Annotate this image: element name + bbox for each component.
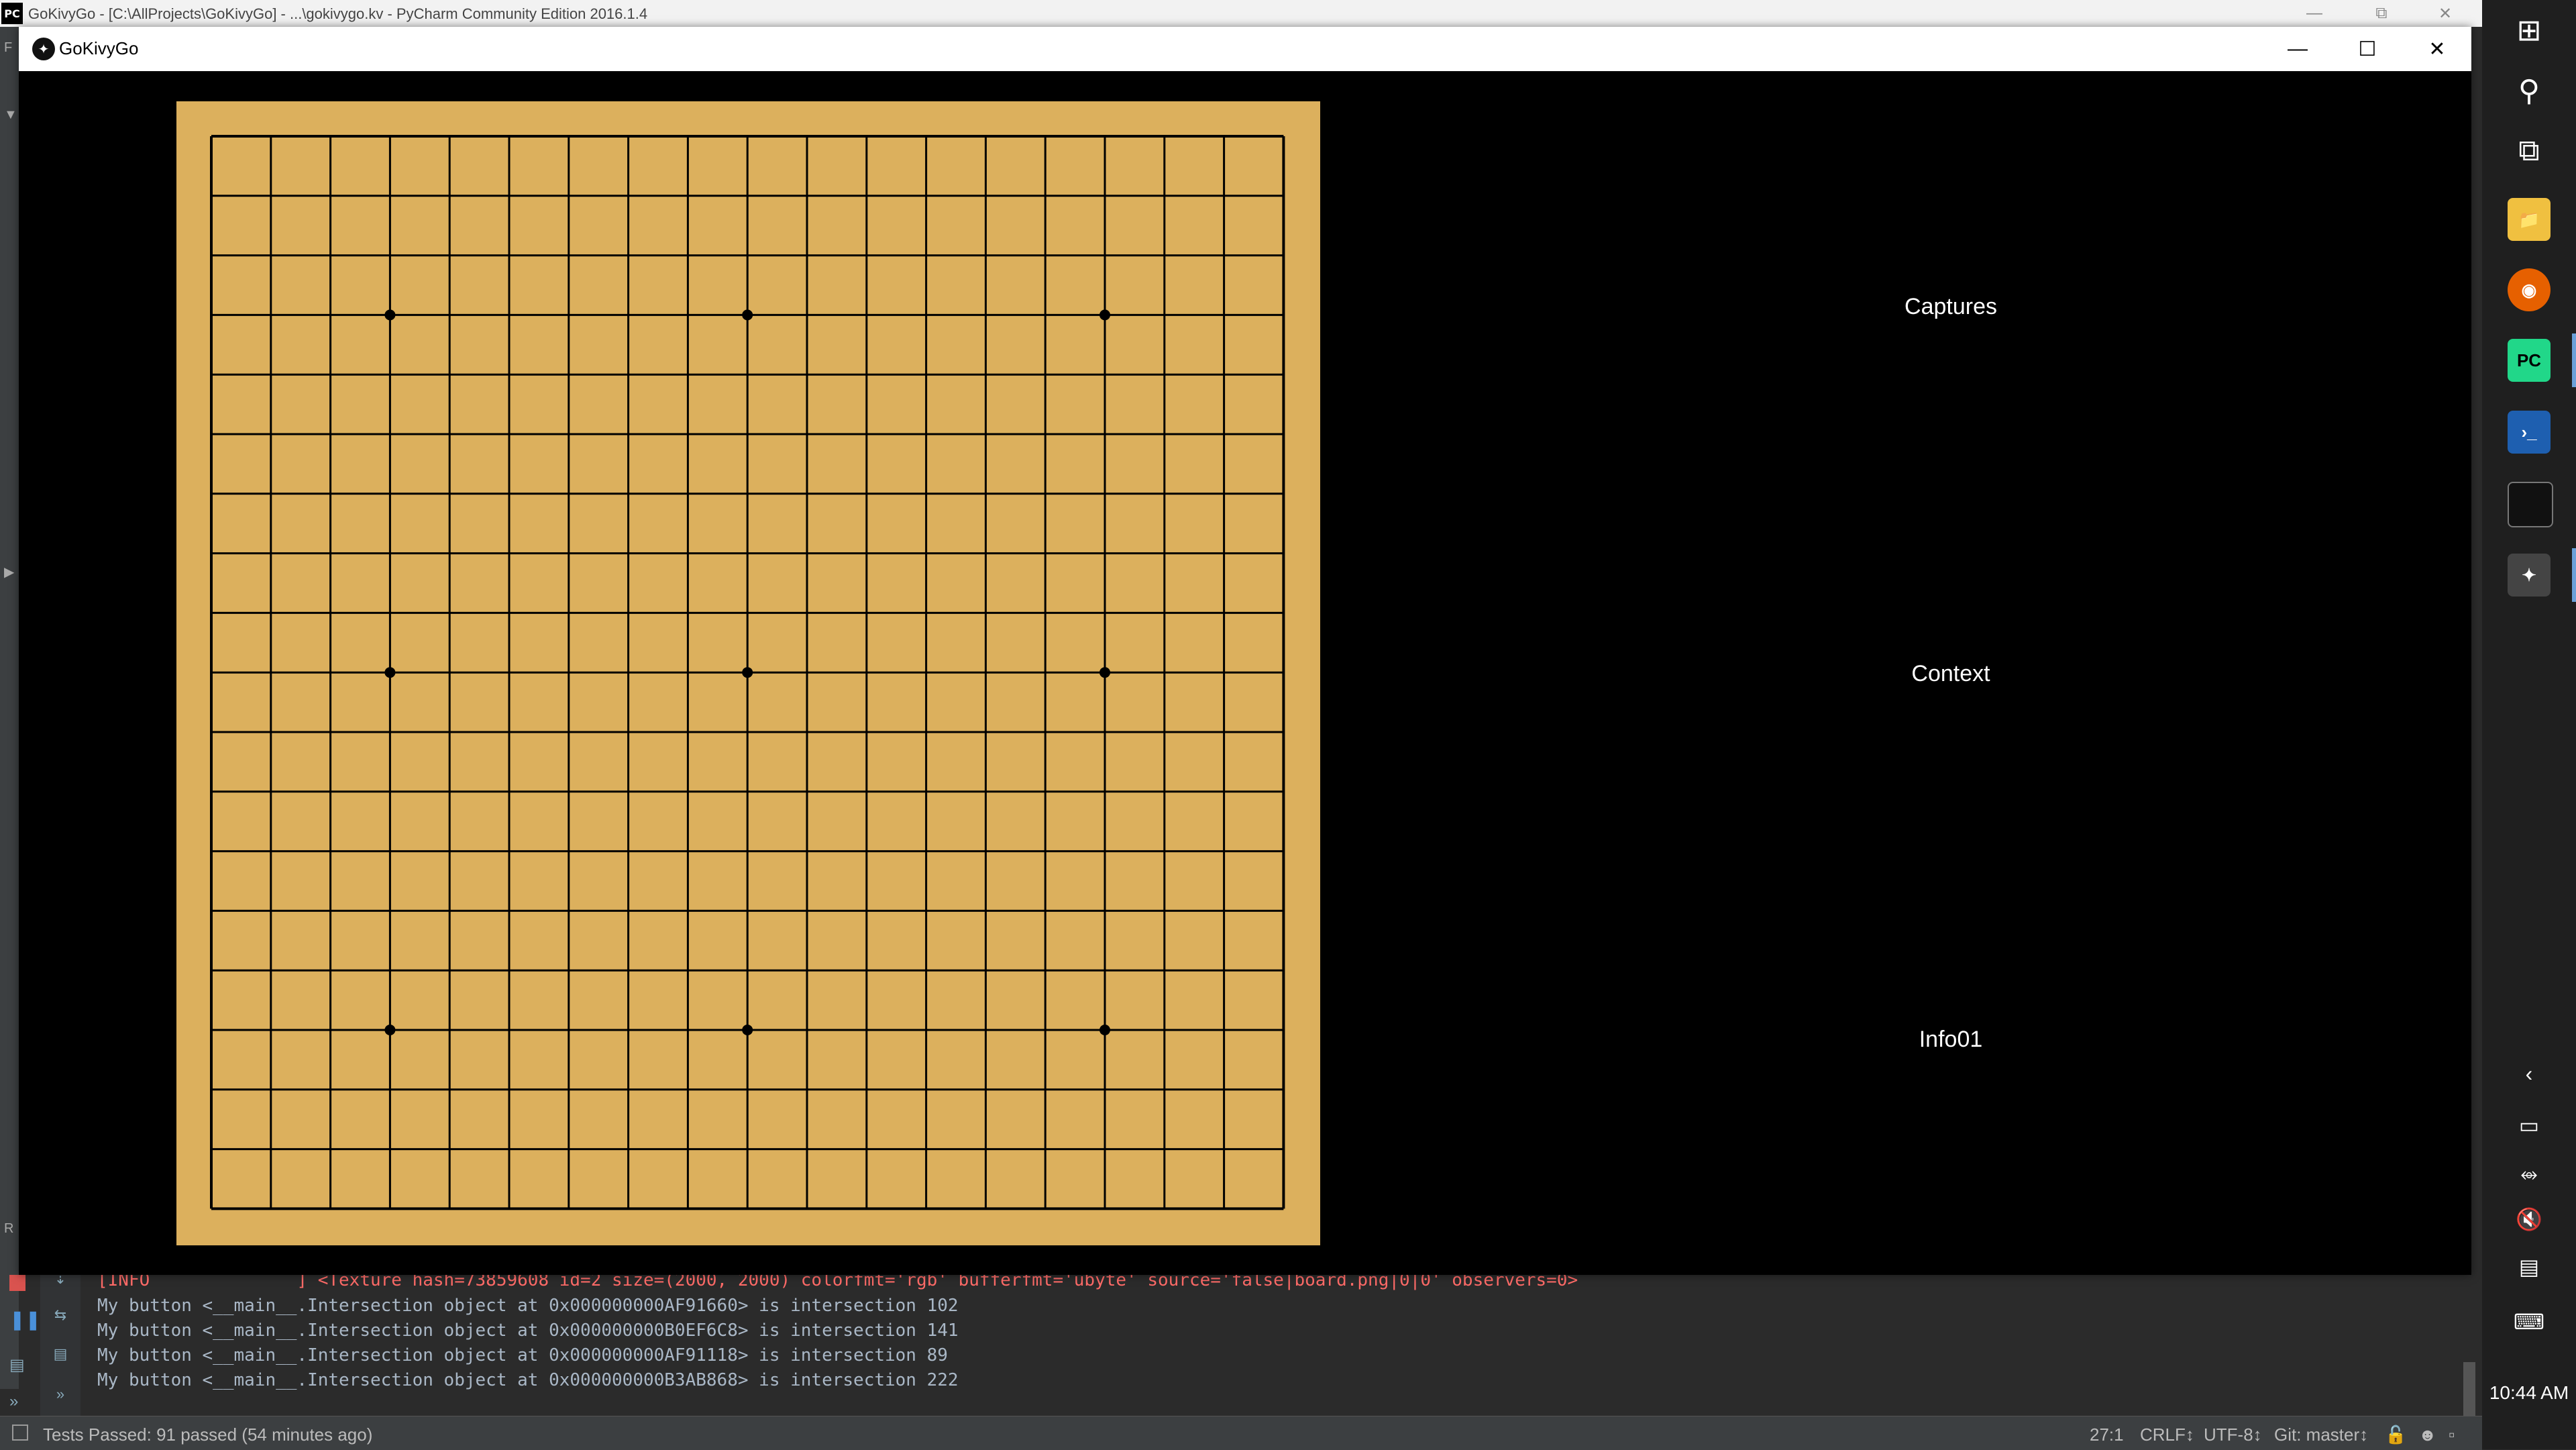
kivy-minimize-button[interactable]: — <box>2263 27 2332 71</box>
console-scrollbar[interactable] <box>2463 1362 2475 1416</box>
more-tools-icon[interactable]: » <box>9 1392 18 1411</box>
captures-label: Captures <box>1904 294 1997 319</box>
firefox-icon[interactable]: ◉ <box>2508 268 2551 311</box>
console-print-icon[interactable]: ▤ <box>48 1343 72 1365</box>
taskbar-clock[interactable]: 10:44 AM <box>2482 1382 2576 1404</box>
tool-window-toggle-icon[interactable] <box>12 1425 28 1441</box>
kivy-titlebar: ✦ GoKivyGo — ☐ ✕ <box>19 27 2471 71</box>
kivy-close-button[interactable]: ✕ <box>2402 27 2472 71</box>
layout-icon[interactable]: ▤ <box>9 1355 25 1375</box>
git-branch[interactable]: Git: master↕ <box>2274 1425 2368 1445</box>
touch-keyboard-icon[interactable]: ⌨ <box>2482 1302 2576 1342</box>
pycharm-titlebar: PC GoKivyGo - [C:\AllProjects\GoKivyGo] … <box>0 0 2482 27</box>
lock-icon[interactable]: 🔓 <box>2385 1425 2406 1445</box>
go-board-grid[interactable] <box>176 101 1320 1245</box>
star-point <box>742 309 753 321</box>
inspector-icon[interactable]: ☻ <box>2418 1425 2436 1445</box>
kivy-running-indicator <box>2572 548 2576 602</box>
action-center-icon[interactable]: ▤ <box>2482 1247 2576 1287</box>
pycharm-close-button[interactable]: ✕ <box>2412 0 2479 27</box>
start-button[interactable]: ⊞ <box>2482 0 2576 60</box>
pycharm-window-title: GoKivyGo - [C:\AllProjects\GoKivyGo] - .… <box>28 5 648 22</box>
console-line: My button <__main__.Intersection object … <box>97 1345 948 1365</box>
star-point <box>1099 1025 1110 1035</box>
status-bar: Tests Passed: 91 passed (54 minutes ago)… <box>0 1416 2482 1450</box>
star-point <box>384 1025 396 1035</box>
pycharm-logo: PC <box>1 3 23 24</box>
pycharm-minimize-button[interactable]: — <box>2281 0 2348 27</box>
caret-position[interactable]: 27:1 <box>2090 1425 2124 1445</box>
line-separator[interactable]: CRLF↕ <box>2140 1425 2194 1445</box>
pycharm-strip-letter-f: F <box>4 40 13 55</box>
pycharm-left-toolstrip: F ▼ ▶ R <box>0 27 19 1389</box>
pycharm-expand-arrow-icon[interactable]: ▶ <box>4 564 14 580</box>
file-encoding[interactable]: UTF-8↕ <box>2204 1425 2262 1445</box>
pycharm-project-arrow-icon[interactable]: ▼ <box>4 107 17 123</box>
pycharm-running-indicator <box>2572 333 2576 387</box>
command-prompt-icon[interactable] <box>2508 482 2553 527</box>
file-explorer-icon[interactable]: 📁 <box>2508 198 2551 241</box>
info-label: Info01 <box>1919 1027 1983 1052</box>
show-hidden-icons-icon[interactable]: ‹ <box>2482 1053 2576 1094</box>
console-line: My button <__main__.Intersection object … <box>97 1320 959 1341</box>
kivy-maximize-button[interactable]: ☐ <box>2332 27 2402 71</box>
go-board[interactable] <box>176 101 1320 1245</box>
task-view-icon[interactable]: ⧉ <box>2482 121 2576 181</box>
kivy-logo-icon: ✦ <box>32 38 55 60</box>
context-label: Context <box>1911 661 1990 686</box>
star-point <box>1099 667 1110 678</box>
star-point <box>742 667 753 678</box>
star-point <box>384 309 396 321</box>
wifi-icon[interactable]: ⥈ <box>2482 1154 2576 1194</box>
stop-icon[interactable] <box>9 1275 25 1291</box>
tests-status[interactable]: Tests Passed: 91 passed (54 minutes ago) <box>43 1425 372 1445</box>
windows-taskbar: ⊞ ⚲ ⧉ 📁 ◉ PC ›_ ✦ ‹ ▭ ⥈ 🔇 ▤ ⌨ 10:44 AM <box>2482 0 2576 1449</box>
star-point <box>742 1025 753 1035</box>
battery-icon[interactable]: ▭ <box>2482 1105 2576 1145</box>
console-more-icon[interactable]: » <box>48 1384 72 1405</box>
event-log-icon[interactable]: ▫ <box>2449 1425 2455 1445</box>
powershell-icon[interactable]: ›_ <box>2508 411 2551 454</box>
kivy-app-icon[interactable]: ✦ <box>2508 554 2551 597</box>
search-icon[interactable]: ⚲ <box>2482 60 2576 121</box>
console-wrap-icon[interactable]: ⇆ <box>48 1304 72 1326</box>
console-line: My button <__main__.Intersection object … <box>97 1296 959 1316</box>
console-toolbar: ⇣ ⇆ ▤ » <box>40 1268 80 1416</box>
volume-muted-icon[interactable]: 🔇 <box>2482 1199 2576 1239</box>
star-point <box>1099 309 1110 321</box>
pause-icon[interactable]: ❚❚ <box>9 1308 41 1331</box>
pycharm-strip-letter-r: R <box>4 1221 14 1236</box>
kivy-window-title: GoKivyGo <box>59 38 139 58</box>
kivy-app-window: ✦ GoKivyGo — ☐ ✕ Captures Context Info01 <box>19 27 2471 1275</box>
pycharm-app-icon[interactable]: PC <box>2508 339 2551 382</box>
console-line: My button <__main__.Intersection object … <box>97 1370 959 1390</box>
star-point <box>384 667 396 678</box>
pycharm-restore-button[interactable]: ⧉ <box>2348 0 2415 27</box>
